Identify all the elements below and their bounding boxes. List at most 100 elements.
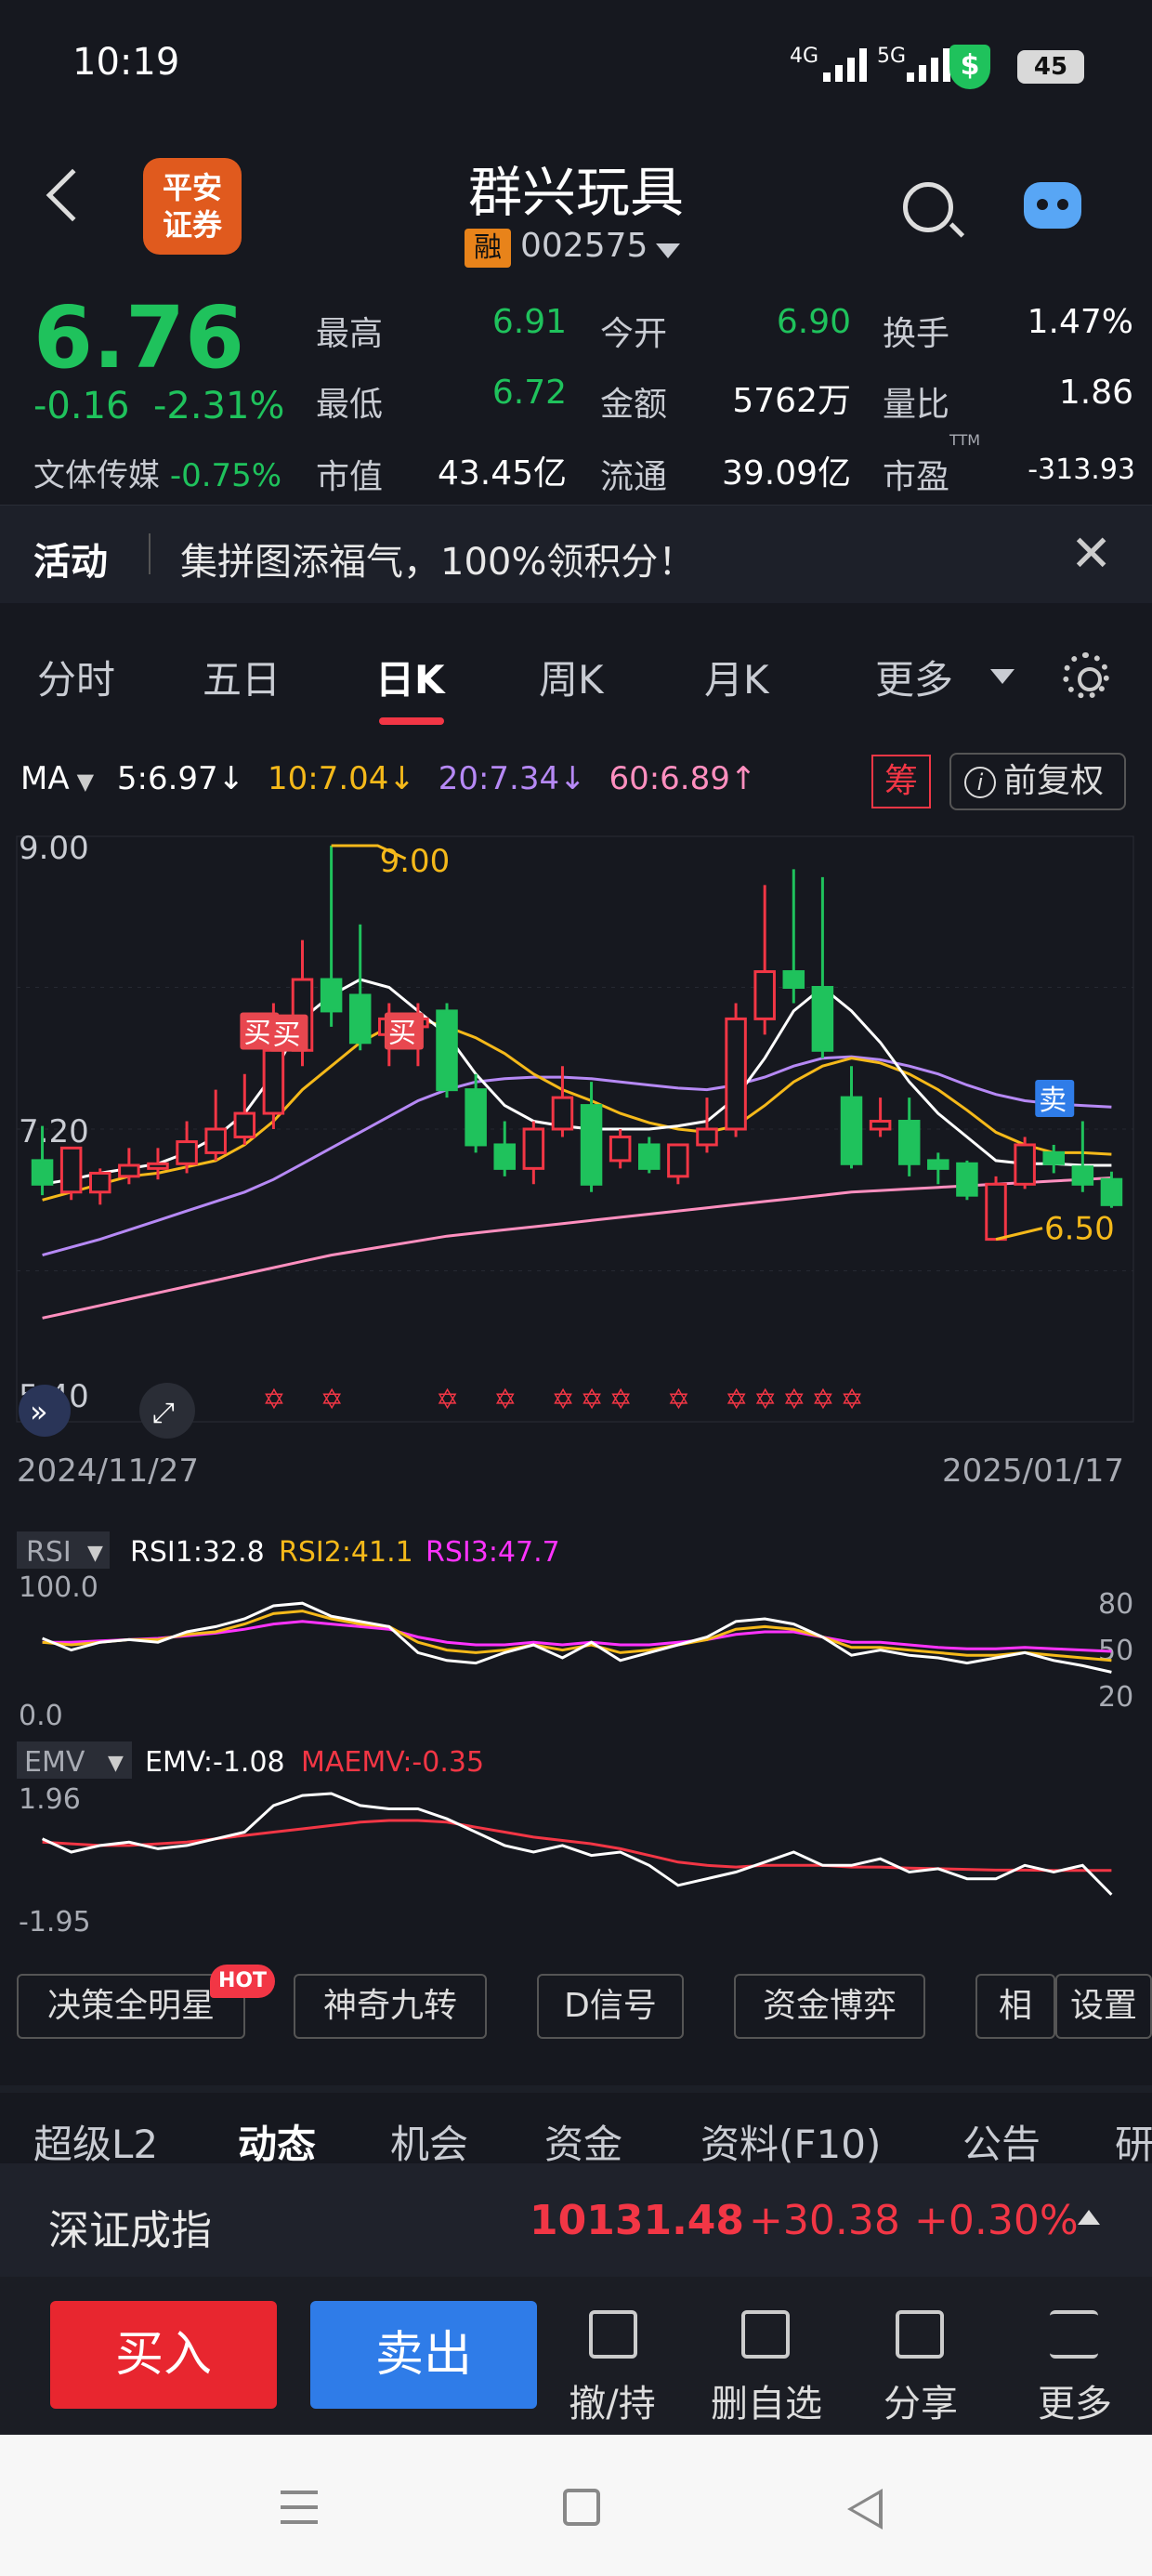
robot-assistant-icon[interactable] (1024, 182, 1081, 229)
candle-body (1014, 1143, 1036, 1186)
gear-icon[interactable] (1063, 652, 1109, 699)
high-marker-label: 9.00 (380, 843, 451, 880)
tab-five-day[interactable]: 五日 (203, 649, 281, 705)
low-value: 6.72 (491, 374, 567, 412)
more-indicator-button[interactable]: 相 (975, 1974, 1055, 2039)
hot-badge: HOT (210, 1965, 275, 1998)
home-icon[interactable] (563, 2489, 600, 2526)
chevron-down-icon[interactable] (990, 669, 1015, 684)
remove-watchlist-label[interactable]: 删自选 (697, 2373, 836, 2427)
ma20-line (42, 1055, 1112, 1257)
share-icon[interactable] (896, 2310, 944, 2359)
candle-body (840, 1096, 863, 1165)
nine-turn-star-icon: ✡ (262, 1384, 285, 1416)
candle-body (667, 1143, 689, 1178)
logo-line1: 平安 (162, 170, 222, 205)
battery-icon: 45 (1017, 50, 1084, 84)
chip-distribution-button[interactable]: 筹 (871, 755, 931, 808)
candle-body (985, 1182, 1007, 1242)
tab-opportunity[interactable]: 机会 (390, 2113, 468, 2170)
pe-ttm-superscript: TTM (949, 431, 981, 449)
tab-announcement[interactable]: 公告 (962, 2113, 1041, 2170)
candlestick-chart[interactable]: 9.007.205.409.006.50买买买卖✡✡✡✡✡✡✡✡✡✡✡✡✡»⤢2… (0, 818, 1152, 1487)
x-label-start: 2024/11/27 (17, 1452, 199, 1487)
cancel-order-icon[interactable] (589, 2310, 637, 2359)
chevron-down-icon[interactable] (656, 243, 680, 258)
candle-body (609, 1135, 632, 1163)
more-label[interactable]: 更多 (1005, 2373, 1145, 2427)
remove-watchlist-icon[interactable] (741, 2310, 790, 2359)
trade-action-bar: 买入 卖出 撤/持 删自选 分享 更多 (0, 2277, 1152, 2435)
rsi-chart[interactable]: RSI ▼ RSI1:32.8 RSI2:41.1 RSI3:47.7 100.0 0.0 8… (0, 1524, 1152, 1728)
more-menu-icon[interactable] (1050, 2310, 1098, 2359)
high-label: 最高 (316, 315, 384, 353)
tab-research[interactable]: 研 (1115, 2113, 1152, 2170)
stock-name[interactable]: 群兴玩具 (390, 149, 762, 227)
ma60-value: 60:6.89↑ (609, 760, 757, 797)
candle-body (1100, 1177, 1123, 1206)
low-marker-label: 6.50 (1044, 1211, 1115, 1248)
tab-news[interactable]: 动态 (238, 2113, 316, 2170)
sector-percent: -0.75% (169, 457, 282, 494)
tab-intraday[interactable]: 分时 (37, 649, 115, 705)
chevron-down-icon[interactable]: ▼ (77, 769, 94, 795)
tab-weekly-k[interactable]: 周K (539, 649, 604, 705)
share-label[interactable]: 分享 (851, 2373, 990, 2427)
back-nav-icon[interactable] (847, 2489, 883, 2530)
emv-chart[interactable]: EMV ▼ EMV:-1.08 MAEMV:-0.35 1.96 -1.95 (0, 1738, 1152, 1961)
buy-signal-label: 买 (243, 1017, 271, 1049)
tab-monthly-k[interactable]: 月K (704, 649, 769, 705)
low-label: 最低 (316, 386, 384, 424)
sector-label: 文体传媒 (33, 457, 160, 494)
candle-body (233, 1111, 256, 1138)
mktcap-value: 43.45亿 (437, 454, 567, 493)
price-change: -0.16 -2.31% (33, 385, 284, 427)
y-label-top: 9.00 (19, 830, 89, 867)
indicator-settings-button[interactable]: 设置 (1055, 1974, 1152, 2039)
sell-button[interactable]: 卖出 (310, 2301, 537, 2409)
activity-banner[interactable]: 活动 集拼图添福气，100%领积分！ ✕ (0, 505, 1152, 603)
pe-value: -313.93 (1028, 453, 1135, 486)
adjustment-button[interactable]: i 前复权 (949, 753, 1126, 810)
fund-game-button[interactable]: 资金博弈 (734, 1974, 925, 2039)
buy-signal-label: 买 (273, 1019, 301, 1052)
emv-value: EMV:-1.08 (145, 1746, 285, 1779)
chevron-down-icon: ▼ (87, 1542, 103, 1565)
back-icon[interactable] (46, 168, 99, 222)
vpn-icon: $ (949, 45, 990, 89)
signal-strength-icon-2 (907, 45, 950, 82)
buy-button[interactable]: 买入 (50, 2301, 277, 2409)
chevron-up-icon[interactable] (1078, 2210, 1100, 2225)
candle-body (897, 1120, 921, 1165)
recent-apps-icon[interactable] (281, 2491, 318, 2524)
network-5g-label: 5G (877, 45, 907, 68)
close-icon[interactable]: ✕ (1070, 524, 1112, 583)
candle-body (551, 1096, 574, 1131)
ma10-line (42, 1017, 1112, 1202)
magic-nine-button[interactable]: 神奇九转 (294, 1974, 487, 2039)
ma-legend[interactable]: MA ▼ 5:6.97↓ 10:7.04↓ 20:7.34↓ 60:6.89↑ (20, 760, 769, 797)
candle-body (465, 1088, 487, 1147)
open-value: 6.90 (776, 303, 851, 341)
logo-line2: 证券 (162, 207, 222, 243)
tab-funds[interactable]: 资金 (544, 2113, 622, 2170)
d-signal-button[interactable]: D信号 (537, 1974, 684, 2039)
search-icon[interactable] (903, 182, 953, 232)
amount-label: 金额 (600, 386, 668, 424)
sector-change[interactable]: 文体传媒 -0.75% (33, 450, 281, 495)
candle-body (753, 970, 776, 1020)
tab-super-l2[interactable]: 超级L2 (33, 2113, 158, 2170)
tab-more[interactable]: 更多 (875, 649, 953, 705)
index-ticker[interactable]: 深证成指 10131.48 +30.38 +0.30% (0, 2163, 1152, 2277)
cancel-order-label[interactable]: 撤/持 (543, 2373, 682, 2427)
candle-body (782, 970, 805, 990)
tab-f10[interactable]: 资料(F10) (700, 2113, 881, 2170)
activity-text[interactable]: 集拼图添福气，100%领积分！ (180, 532, 695, 585)
candle-body (725, 1017, 747, 1131)
candle-body (204, 1127, 227, 1154)
tab-daily-k[interactable]: 日K (375, 649, 445, 705)
nine-turn-star-icon: ✡ (609, 1384, 633, 1416)
maemv-line (42, 1819, 1112, 1873)
stock-code[interactable]: 002575 (520, 227, 648, 265)
candle-body (580, 1104, 603, 1186)
